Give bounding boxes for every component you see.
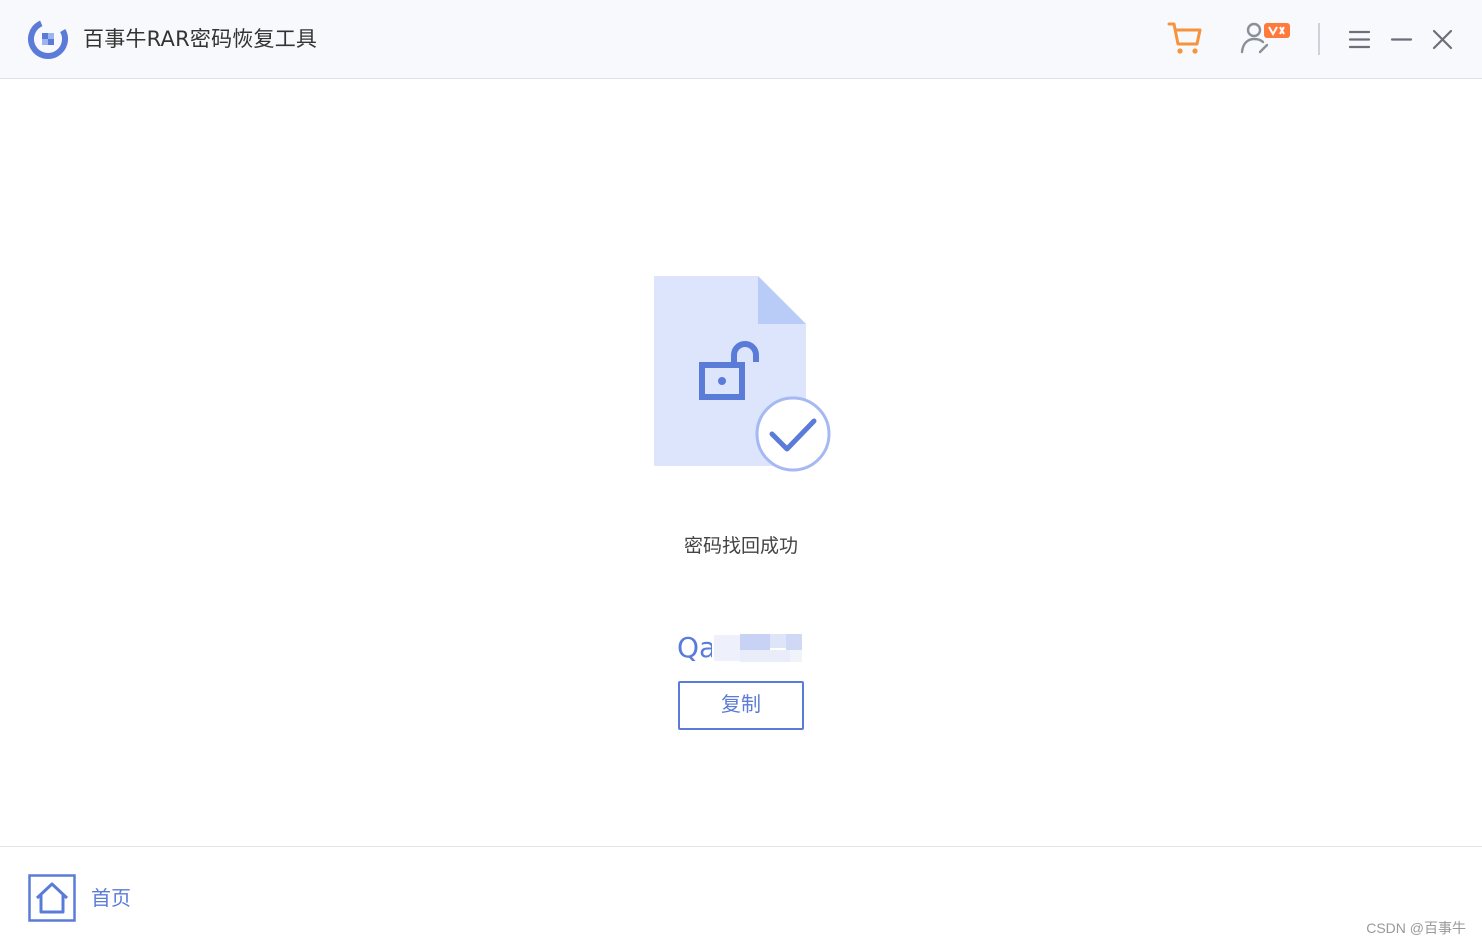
recovery-status-text: 密码找回成功 xyxy=(683,535,798,557)
footer-divider xyxy=(0,846,1482,847)
close-icon[interactable] xyxy=(1429,26,1456,53)
app-window: 百事牛RAR密码恢复工具 密码找回成功 Qa 复制 首页 CSDN @百事牛 xyxy=(0,0,1482,946)
logo-icon xyxy=(28,19,68,59)
recovered-password: Qa xyxy=(677,631,717,664)
user-vip-icon[interactable] xyxy=(1236,19,1292,57)
cart-icon[interactable] xyxy=(1166,19,1204,57)
menu-icon[interactable] xyxy=(1346,26,1373,53)
copy-button[interactable]: 复制 xyxy=(678,681,804,730)
unlocked-file-success-icon xyxy=(654,276,831,472)
titlebar-divider xyxy=(1318,23,1320,55)
password-mosaic-mask xyxy=(712,631,804,665)
watermark-text: CSDN @百事牛 xyxy=(1366,920,1466,936)
title-bar: 百事牛RAR密码恢复工具 xyxy=(0,0,1482,79)
app-title: 百事牛RAR密码恢复工具 xyxy=(83,27,318,51)
check-circle-icon xyxy=(755,396,831,472)
home-label: 首页 xyxy=(91,886,131,910)
home-icon xyxy=(28,874,76,922)
minimize-icon[interactable] xyxy=(1388,26,1415,53)
